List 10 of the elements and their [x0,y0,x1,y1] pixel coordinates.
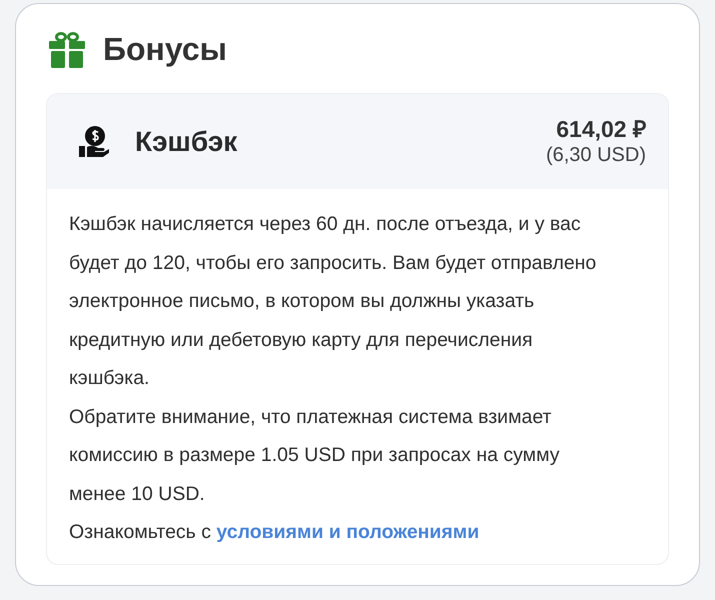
gift-icon [49,30,85,68]
terms-link[interactable]: условиями и положениями [216,521,480,543]
info-paragraph: Обратите внимание, что платежная система взимает комиссию в размере 1.05 USD при запросах на сумму менее 10 USD. [69,404,560,506]
section-title: Бонусы [103,30,227,69]
info-paragraph: Кэшбэк начисляется через 60 дн. после отъезда, и у вас будет до 120, чтобы его запросить. Вам будет отправлено электронное письмо, в котором вы должны указать кредитную или дебетовую карту для перечисления кэшбэка. [69,212,598,391]
cashback-amount: 614,02 ₽ [556,116,646,142]
money-hand-icon [79,126,109,158]
info-paragraph: Ознакомьтесь с условиями и положениями [69,520,480,545]
cashback-title: Кэшбэк [135,124,238,158]
converted-amount: (6,30 USD) [546,142,646,168]
